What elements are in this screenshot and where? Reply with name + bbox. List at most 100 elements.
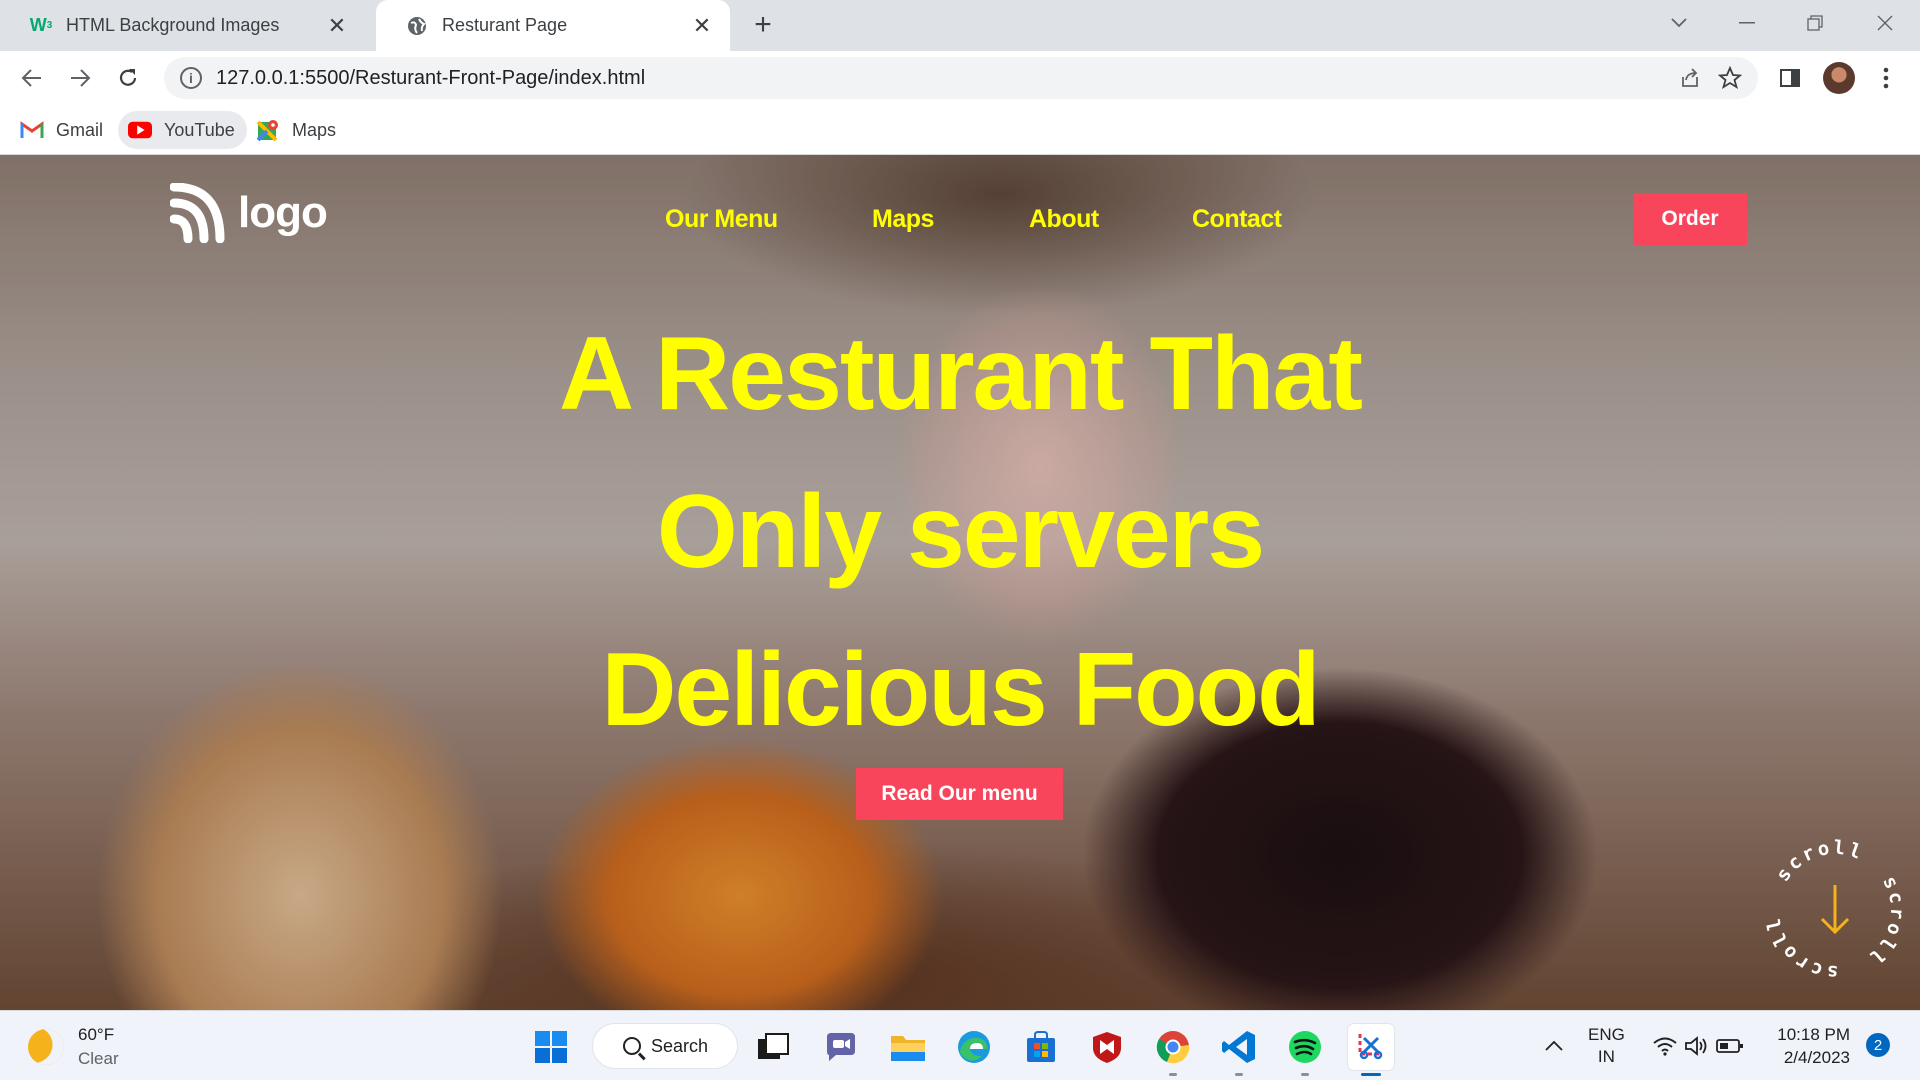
site-logo[interactable]: logo	[170, 183, 328, 243]
side-panel-icon[interactable]	[1772, 60, 1808, 96]
search-icon	[623, 1037, 641, 1055]
battery-icon	[1716, 1039, 1743, 1053]
read-menu-button[interactable]: Read Our menu	[856, 768, 1063, 820]
gmail-icon	[20, 119, 44, 141]
running-indicator	[1361, 1073, 1381, 1076]
browser-toolbar: i 127.0.0.1:5500/Resturant-Front-Page/in…	[0, 51, 1920, 105]
windows-icon	[535, 1031, 567, 1063]
forward-icon[interactable]	[62, 60, 98, 96]
weather-widget[interactable]: 60°F Clear	[22, 1023, 119, 1071]
language-indicator[interactable]: ENG IN	[1588, 1011, 1625, 1080]
store-icon	[1027, 1031, 1055, 1062]
quick-settings[interactable]	[1652, 1011, 1744, 1080]
edge-button[interactable]	[951, 1024, 997, 1070]
tab-title: Resturant Page	[442, 15, 568, 35]
moon-icon	[22, 1023, 70, 1071]
site-info-icon[interactable]: i	[180, 67, 202, 89]
weather-desc: Clear	[78, 1049, 119, 1068]
taskbar-search[interactable]: Search	[592, 1023, 738, 1069]
chrome-icon	[1156, 1031, 1190, 1064]
spotify-button[interactable]	[1282, 1024, 1328, 1076]
minimize-icon[interactable]	[1722, 6, 1772, 40]
bookmark-gmail[interactable]: Gmail	[10, 111, 115, 149]
order-button[interactable]: Order	[1633, 193, 1747, 245]
search-label: Search	[651, 1035, 709, 1056]
bookmark-label: YouTube	[164, 119, 235, 140]
tab-search-icon[interactable]	[1654, 6, 1704, 40]
running-indicator	[1169, 1073, 1177, 1076]
store-button[interactable]	[1018, 1024, 1064, 1070]
snipping-tool-icon	[1358, 1034, 1383, 1060]
file-explorer-button[interactable]	[885, 1024, 931, 1070]
running-indicator	[1301, 1073, 1309, 1076]
close-tab-icon[interactable]: ✕	[690, 13, 714, 38]
spotify-icon	[1289, 1031, 1321, 1063]
svg-text:scroll: scroll	[1772, 837, 1867, 886]
nav-maps[interactable]: Maps	[872, 205, 934, 234]
teams-chat-button[interactable]	[818, 1024, 864, 1070]
hero-section: logo Our Menu Maps About Contact Order A…	[0, 155, 1920, 1010]
tab-html-background-images[interactable]: W3 HTML Background Images ✕	[0, 0, 365, 51]
chrome-menu-icon[interactable]	[1868, 60, 1904, 96]
windows-taskbar: 60°F Clear Search ENG IN 10:18 PM 2/4/20…	[0, 1010, 1920, 1080]
scroll-indicator[interactable]: scroll scroll scroll	[1760, 835, 1910, 985]
tab-title: HTML Background Images	[66, 15, 280, 35]
chevron-up-icon	[1545, 1040, 1563, 1051]
nav-about[interactable]: About	[1029, 205, 1099, 234]
scroll-text: scroll	[1863, 873, 1905, 970]
bookmarks-bar: Gmail YouTube Maps	[0, 105, 1920, 155]
wifi-icon	[1653, 1037, 1677, 1056]
close-tab-icon[interactable]: ✕	[325, 13, 349, 38]
svg-text:scroll: scroll	[1863, 873, 1908, 970]
tab-strip: W3 HTML Background Images ✕ Resturant Pa…	[0, 0, 1920, 51]
teams-chat-icon	[827, 1033, 855, 1061]
running-indicator	[1235, 1073, 1243, 1076]
restore-icon[interactable]	[1790, 6, 1840, 40]
task-view-icon	[758, 1033, 789, 1059]
nav-contact[interactable]: Contact	[1192, 205, 1282, 234]
profile-avatar[interactable]	[1823, 62, 1855, 94]
address-bar[interactable]: i 127.0.0.1:5500/Resturant-Front-Page/in…	[164, 57, 1758, 99]
weather-text: 60°F Clear	[78, 1023, 119, 1071]
volume-icon	[1685, 1036, 1707, 1056]
new-tab-icon[interactable]: +	[748, 8, 778, 41]
logo-icon	[170, 183, 225, 243]
notification-badge[interactable]: 2	[1866, 1033, 1890, 1057]
youtube-icon	[128, 119, 152, 141]
scroll-text: scroll	[1772, 837, 1864, 886]
headline-line: A Resturant That	[559, 316, 1363, 432]
chrome-button[interactable]	[1150, 1024, 1196, 1076]
url-text: 127.0.0.1:5500/Resturant-Front-Page/inde…	[216, 66, 646, 89]
vscode-button[interactable]	[1216, 1024, 1262, 1076]
maps-icon	[256, 119, 280, 141]
back-icon[interactable]	[14, 60, 50, 96]
show-hidden-icons-button[interactable]	[1544, 1011, 1564, 1080]
hero-headline: A Resturant That Only servers Delicious …	[460, 295, 1460, 769]
task-view-button[interactable]	[750, 1024, 796, 1070]
bookmark-youtube[interactable]: YouTube	[118, 111, 247, 149]
down-arrow-icon	[1820, 885, 1850, 935]
close-window-icon[interactable]	[1860, 6, 1910, 40]
nav-our-menu[interactable]: Our Menu	[665, 205, 778, 234]
start-button[interactable]	[528, 1024, 574, 1070]
bookmark-maps[interactable]: Maps	[246, 111, 348, 149]
bookmark-label: Maps	[292, 119, 337, 140]
folder-icon	[891, 1036, 925, 1061]
globe-icon	[406, 15, 428, 37]
snipping-tool-button[interactable]	[1348, 1024, 1394, 1076]
edge-icon	[958, 1031, 990, 1063]
share-icon[interactable]	[1670, 58, 1710, 98]
bookmark-star-icon[interactable]	[1710, 58, 1750, 98]
tab-resturant-page[interactable]: Resturant Page ✕	[376, 0, 730, 51]
clock[interactable]: 10:18 PM 2/4/2023	[1772, 1023, 1850, 1069]
lang-top: ENG	[1588, 1025, 1625, 1044]
bookmark-label: Gmail	[56, 119, 104, 140]
clock-time: 10:18 PM	[1777, 1025, 1850, 1044]
lang-bottom: IN	[1597, 1047, 1615, 1066]
headline-line: Only servers	[656, 474, 1265, 590]
mcafee-button[interactable]	[1084, 1024, 1130, 1070]
reload-icon[interactable]	[110, 60, 146, 96]
clock-date: 2/4/2023	[1783, 1048, 1850, 1067]
headline-line: Delicious Food	[601, 632, 1320, 748]
weather-temp: 60°F	[78, 1025, 115, 1044]
